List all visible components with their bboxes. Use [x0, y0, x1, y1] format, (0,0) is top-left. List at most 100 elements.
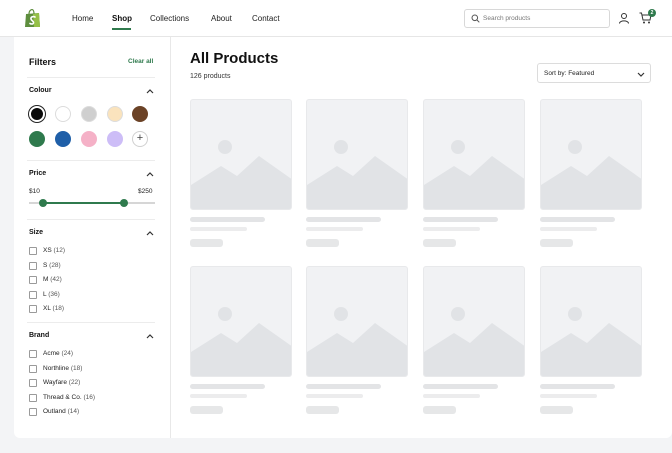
- checkbox[interactable]: [29, 261, 37, 270]
- page-title: All Products: [190, 50, 279, 67]
- search-box[interactable]: [464, 9, 610, 28]
- colour-section-title[interactable]: Colour: [29, 87, 52, 94]
- add-colour-button[interactable]: +: [132, 131, 148, 147]
- chevron-up-icon[interactable]: [146, 88, 154, 94]
- clear-all-button[interactable]: Clear all: [128, 58, 153, 65]
- colour-swatch-beige[interactable]: [107, 106, 123, 122]
- size-option[interactable]: XS (12): [29, 247, 149, 257]
- product-card-placeholder[interactable]: [306, 266, 408, 416]
- colour-swatch-grey[interactable]: [81, 106, 97, 122]
- sort-dropdown[interactable]: Sort by: Featured: [537, 63, 651, 83]
- product-title-skeleton: [423, 217, 498, 222]
- size-option[interactable]: L (36): [29, 290, 149, 301]
- size-name: L: [43, 290, 47, 298]
- image-placeholder-icon[interactable]: [540, 99, 642, 210]
- brand-count: (24): [61, 350, 73, 357]
- colour-swatch-white[interactable]: [55, 106, 71, 122]
- divider: [27, 219, 155, 220]
- search-icon: [471, 14, 480, 23]
- size-option[interactable]: S (28): [29, 261, 149, 272]
- divider: [27, 77, 155, 78]
- size-option[interactable]: M (42): [29, 276, 149, 286]
- price-section-title[interactable]: Price: [29, 170, 46, 177]
- image-placeholder-icon[interactable]: [423, 99, 525, 210]
- nav-about[interactable]: About: [211, 14, 232, 23]
- product-price-skeleton: [423, 406, 456, 414]
- brand-option-label: Thread & Co. (16): [43, 394, 95, 401]
- product-subtitle-skeleton: [190, 227, 247, 231]
- user-icon[interactable]: [618, 12, 630, 24]
- checkbox[interactable]: [29, 247, 37, 255]
- nav-home[interactable]: Home: [72, 14, 93, 23]
- image-placeholder-icon[interactable]: [540, 266, 642, 377]
- nav-shop[interactable]: Shop: [112, 14, 132, 23]
- product-title-skeleton: [190, 384, 265, 389]
- shopify-bag-icon[interactable]: [24, 9, 41, 28]
- size-option-label: S (28): [43, 262, 61, 269]
- image-placeholder-icon[interactable]: [306, 266, 408, 377]
- size-option-label: L (36): [43, 291, 60, 298]
- price-max-label: $250: [138, 188, 153, 195]
- price-slider-min-handle[interactable]: [39, 199, 47, 207]
- product-subtitle-skeleton: [190, 394, 247, 398]
- chevron-up-icon[interactable]: [146, 230, 154, 236]
- price-slider-range: [43, 202, 124, 204]
- size-option-label: XL (18): [43, 305, 64, 312]
- image-placeholder-icon[interactable]: [190, 266, 292, 377]
- nav-collections[interactable]: Collections: [150, 14, 189, 23]
- brand-option[interactable]: Acme (24): [29, 350, 149, 360]
- brand-option[interactable]: Thread & Co. (16): [29, 393, 149, 404]
- size-option-label: XS (12): [43, 247, 65, 254]
- checkbox[interactable]: [29, 379, 37, 387]
- product-card-placeholder[interactable]: [306, 99, 408, 249]
- product-title-skeleton: [423, 384, 498, 389]
- price-slider-max-handle[interactable]: [120, 199, 128, 207]
- product-count: 126 products: [190, 73, 231, 80]
- product-card-placeholder[interactable]: [423, 266, 525, 416]
- brand-section-title[interactable]: Brand: [29, 332, 49, 339]
- product-card-placeholder[interactable]: [190, 99, 292, 249]
- price-min-label: $10: [29, 188, 40, 195]
- chevron-up-icon[interactable]: [146, 171, 154, 177]
- chevron-down-icon: [637, 72, 645, 77]
- image-placeholder-icon[interactable]: [423, 266, 525, 377]
- product-card-placeholder[interactable]: [190, 266, 292, 416]
- brand-count: (18): [70, 364, 83, 372]
- search-input[interactable]: [483, 12, 607, 25]
- nav-contact[interactable]: Contact: [252, 14, 280, 23]
- product-price-skeleton: [190, 239, 223, 247]
- size-option-label: M (42): [43, 276, 62, 283]
- image-placeholder-icon[interactable]: [306, 99, 408, 210]
- chevron-up-icon[interactable]: [146, 333, 154, 339]
- colour-swatch-black[interactable]: [29, 106, 45, 122]
- product-card-placeholder[interactable]: [540, 99, 642, 249]
- brand-option-label: Wayfare (22): [43, 379, 80, 386]
- product-card-placeholder[interactable]: [423, 99, 525, 249]
- product-card-placeholder[interactable]: [540, 266, 642, 416]
- brand-option[interactable]: Wayfare (22): [29, 379, 149, 389]
- image-placeholder-icon[interactable]: [190, 99, 292, 210]
- size-option[interactable]: XL (18): [29, 305, 149, 315]
- checkbox[interactable]: [29, 290, 37, 299]
- size-section-title[interactable]: Size: [29, 229, 43, 236]
- brand-option[interactable]: Outland (14): [29, 408, 149, 418]
- checkbox[interactable]: [29, 350, 37, 358]
- colour-swatch-brown[interactable]: [132, 106, 148, 122]
- brand-count: (14): [67, 408, 80, 415]
- colour-swatch-lavender[interactable]: [107, 131, 123, 147]
- brand-option-label: Northline (18): [43, 365, 82, 372]
- checkbox[interactable]: [29, 393, 37, 402]
- checkbox[interactable]: [29, 364, 37, 373]
- brand-name: Northline: [43, 364, 70, 372]
- size-count: (12): [53, 247, 66, 254]
- checkbox[interactable]: [29, 408, 37, 416]
- colour-swatch-pink[interactable]: [81, 131, 97, 147]
- brand-option[interactable]: Northline (18): [29, 364, 149, 375]
- size-name: M: [43, 276, 49, 283]
- colour-swatch-green[interactable]: [29, 131, 45, 147]
- checkbox[interactable]: [29, 276, 37, 284]
- colour-swatch-blue[interactable]: [55, 131, 71, 147]
- divider: [27, 322, 155, 323]
- checkbox[interactable]: [29, 305, 37, 313]
- size-count: (36): [48, 290, 60, 298]
